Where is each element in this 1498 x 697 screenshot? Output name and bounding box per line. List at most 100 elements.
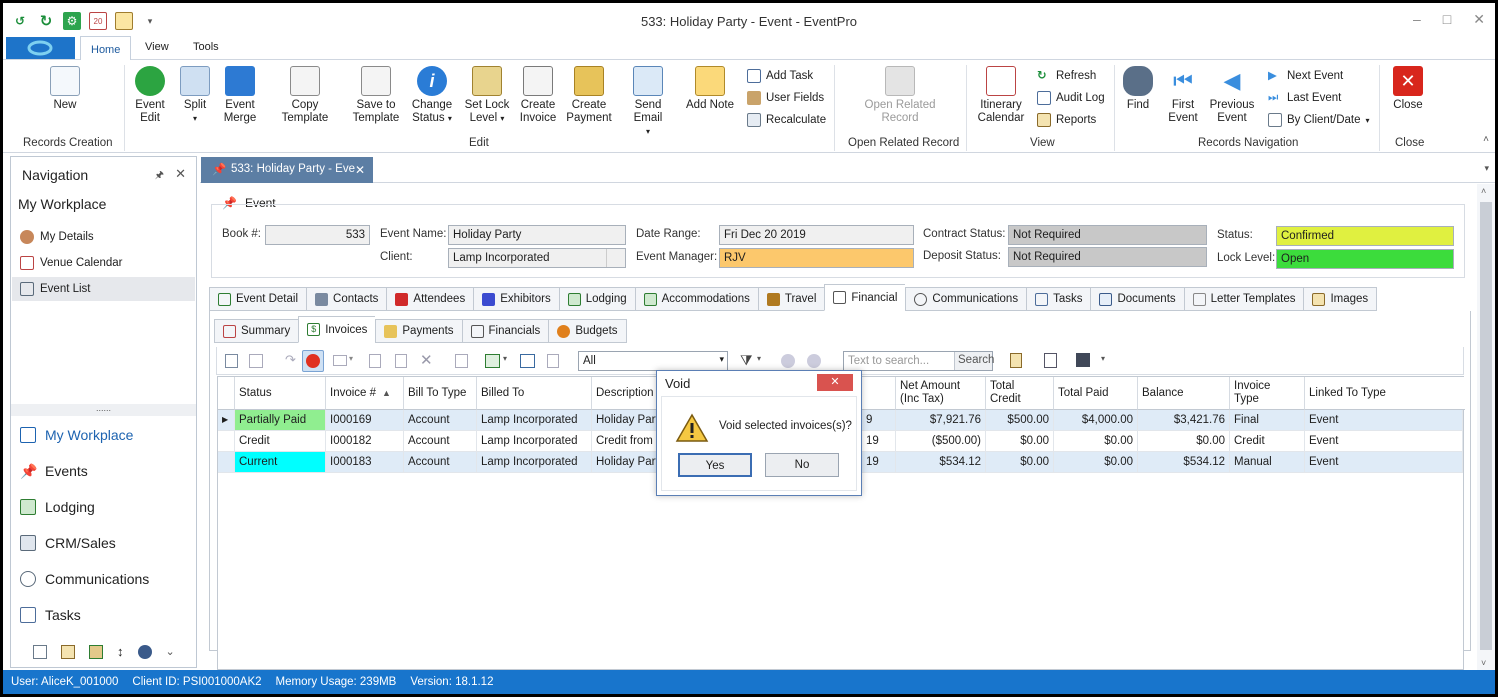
filter-icon[interactable]: ⧩ [740, 352, 753, 369]
dialog-close-button[interactable]: ✕ [817, 374, 853, 391]
event-edit-button[interactable]: Event Edit [130, 66, 170, 125]
filter-select[interactable]: All ▾ [578, 351, 728, 371]
nav-item-event-list[interactable]: Event List [12, 277, 195, 301]
module-lodging[interactable]: Lodging [20, 499, 95, 515]
scroll-up-icon[interactable]: ˄ [1481, 186, 1486, 196]
lock-level-field[interactable]: Open [1276, 249, 1454, 269]
search-button[interactable]: Search [954, 352, 994, 370]
vertical-scrollbar[interactable]: ˄ ˅ [1477, 184, 1495, 670]
nav-item-venue-calendar[interactable]: Venue Calendar [12, 251, 195, 275]
itinerary-calendar-button[interactable]: Itinerary Calendar [975, 66, 1027, 125]
move-down-icon[interactable] [807, 354, 821, 368]
tabs-dropdown-icon[interactable]: ▾ [1484, 163, 1489, 174]
redo-icon[interactable]: ↷ [285, 352, 296, 368]
client-field[interactable]: Lamp Incorporated [448, 248, 626, 268]
print-icon[interactable] [369, 354, 381, 368]
client-lookup-icon[interactable] [606, 249, 624, 267]
find-document-icon[interactable] [1044, 353, 1057, 368]
tab-attendees[interactable]: Attendees [386, 287, 474, 311]
minimize-icon[interactable]: – [1413, 11, 1421, 28]
event-name-field[interactable]: Holiday Party [448, 225, 626, 245]
yes-button[interactable]: Yes [678, 453, 752, 477]
dropdown-icon[interactable]: ▾ [1101, 354, 1105, 363]
application-menu-button[interactable] [6, 37, 75, 59]
module-crm-sales[interactable]: CRM/Sales [20, 535, 116, 551]
create-invoice-button[interactable]: Create Invoice [516, 66, 560, 125]
event-merge-button[interactable]: Event Merge [219, 66, 261, 125]
column-header[interactable]: Total Credit [986, 377, 1054, 410]
copy-template-button[interactable]: Copy Template [267, 66, 343, 125]
column-header[interactable]: Net Amount (Inc Tax) [896, 377, 986, 410]
tab-financial[interactable]: Financial [824, 284, 906, 311]
tab-contacts[interactable]: Contacts [306, 287, 387, 311]
module-communications[interactable]: Communications [20, 571, 149, 587]
column-header[interactable]: Linked To Type [1305, 377, 1465, 410]
tab-lodging[interactable]: Lodging [558, 287, 635, 311]
refresh-button[interactable]: ↻ Refresh [1037, 69, 1096, 83]
set-lock-level-button[interactable]: Set Lock Level ▾ [463, 66, 511, 125]
delete-icon[interactable]: ✕ [420, 351, 433, 369]
recalculate-button[interactable]: Recalculate [747, 113, 826, 127]
tab-letter-templates[interactable]: Letter Templates [1183, 287, 1304, 311]
calculator-icon[interactable] [33, 644, 47, 659]
new-invoice-icon[interactable] [225, 354, 238, 368]
tab-images[interactable]: Images [1303, 287, 1378, 311]
column-header[interactable]: Total Paid [1054, 377, 1138, 410]
tab-travel[interactable]: Travel [757, 287, 825, 311]
tab-summary[interactable]: Summary [214, 319, 299, 343]
tab-budgets[interactable]: Budgets [548, 319, 627, 343]
pin-icon[interactable]: 🖈 [155, 168, 164, 185]
column-header[interactable]: Billed To [477, 377, 592, 410]
save-to-template-button[interactable]: Save to Template [351, 66, 401, 125]
module-my-workplace[interactable]: My Workplace [20, 427, 133, 443]
globe-icon[interactable] [137, 644, 152, 659]
first-event-button[interactable]: ⏮ First Event [1163, 66, 1203, 125]
clipboard-icon[interactable] [61, 644, 75, 659]
user-fields-button[interactable]: User Fields [747, 91, 824, 105]
tab-tasks[interactable]: Tasks [1026, 287, 1091, 311]
previous-event-button[interactable]: ◀ Previous Event [1208, 66, 1256, 125]
close-window-icon[interactable]: ✕ [1473, 11, 1485, 28]
maximize-icon[interactable]: □ [1443, 11, 1451, 28]
tab-communications[interactable]: Communications [905, 287, 1027, 311]
send-email-button[interactable]: Send Email ▾ [620, 66, 676, 138]
close-tab-icon[interactable]: ✕ [355, 163, 365, 177]
change-status-button[interactable]: i Change Status ▾ [409, 66, 455, 125]
tab-event-detail[interactable]: Event Detail [209, 287, 307, 311]
dropdown-icon[interactable]: ▾ [349, 354, 353, 363]
document-tab-event[interactable]: 📌 533: Holiday Party - Eve ✕ [201, 157, 373, 183]
tab-financials[interactable]: Financials [461, 319, 549, 343]
dropdown-icon[interactable]: ▾ [503, 354, 507, 363]
chevron-down-icon[interactable]: ⌄ [166, 645, 175, 658]
dropdown-icon[interactable]: ▾ [757, 354, 761, 363]
split-button[interactable]: Split ▾ [175, 66, 215, 125]
copy-icon[interactable] [249, 354, 263, 368]
add-note-button[interactable]: Add Note [685, 66, 735, 112]
column-header[interactable]: Balance [1138, 377, 1230, 410]
clipboard-icon[interactable] [1010, 353, 1022, 368]
tab-home[interactable]: Home [80, 36, 132, 61]
column-header[interactable]: Invoice # ▲ [326, 377, 404, 410]
tab-tools[interactable]: Tools [193, 41, 219, 53]
date-range-field[interactable]: Fri Dec 20 2019 [719, 225, 914, 245]
module-tasks[interactable]: Tasks [20, 607, 81, 623]
nav-item-my-details[interactable]: My Details [12, 225, 195, 249]
column-header[interactable]: Invoice Type [1230, 377, 1305, 410]
column-header[interactable]: Status [235, 377, 326, 410]
last-event-button[interactable]: ⏭ Last Event [1268, 91, 1341, 105]
new-button[interactable]: New [43, 66, 87, 112]
tab-payments[interactable]: Payments [375, 319, 462, 343]
column-header[interactable]: Bill To Type [404, 377, 477, 410]
sort-arrows-icon[interactable]: ↕ [117, 644, 124, 659]
tab-view[interactable]: View [145, 41, 169, 53]
scroll-thumb[interactable] [1480, 202, 1492, 650]
open-related-record-button[interactable]: Open Related Record [861, 66, 939, 125]
tab-documents[interactable]: Documents [1090, 287, 1184, 311]
split-icon[interactable] [547, 354, 559, 368]
pane-splitter[interactable]: ...... [11, 404, 196, 416]
module-events[interactable]: 📌 Events [20, 463, 88, 479]
by-client-date-button[interactable]: By Client/Date ▾ [1268, 113, 1370, 127]
add-task-button[interactable]: Add Task [747, 69, 813, 83]
book-field[interactable]: 533 [265, 225, 370, 245]
find-button[interactable]: Find [1123, 66, 1153, 112]
